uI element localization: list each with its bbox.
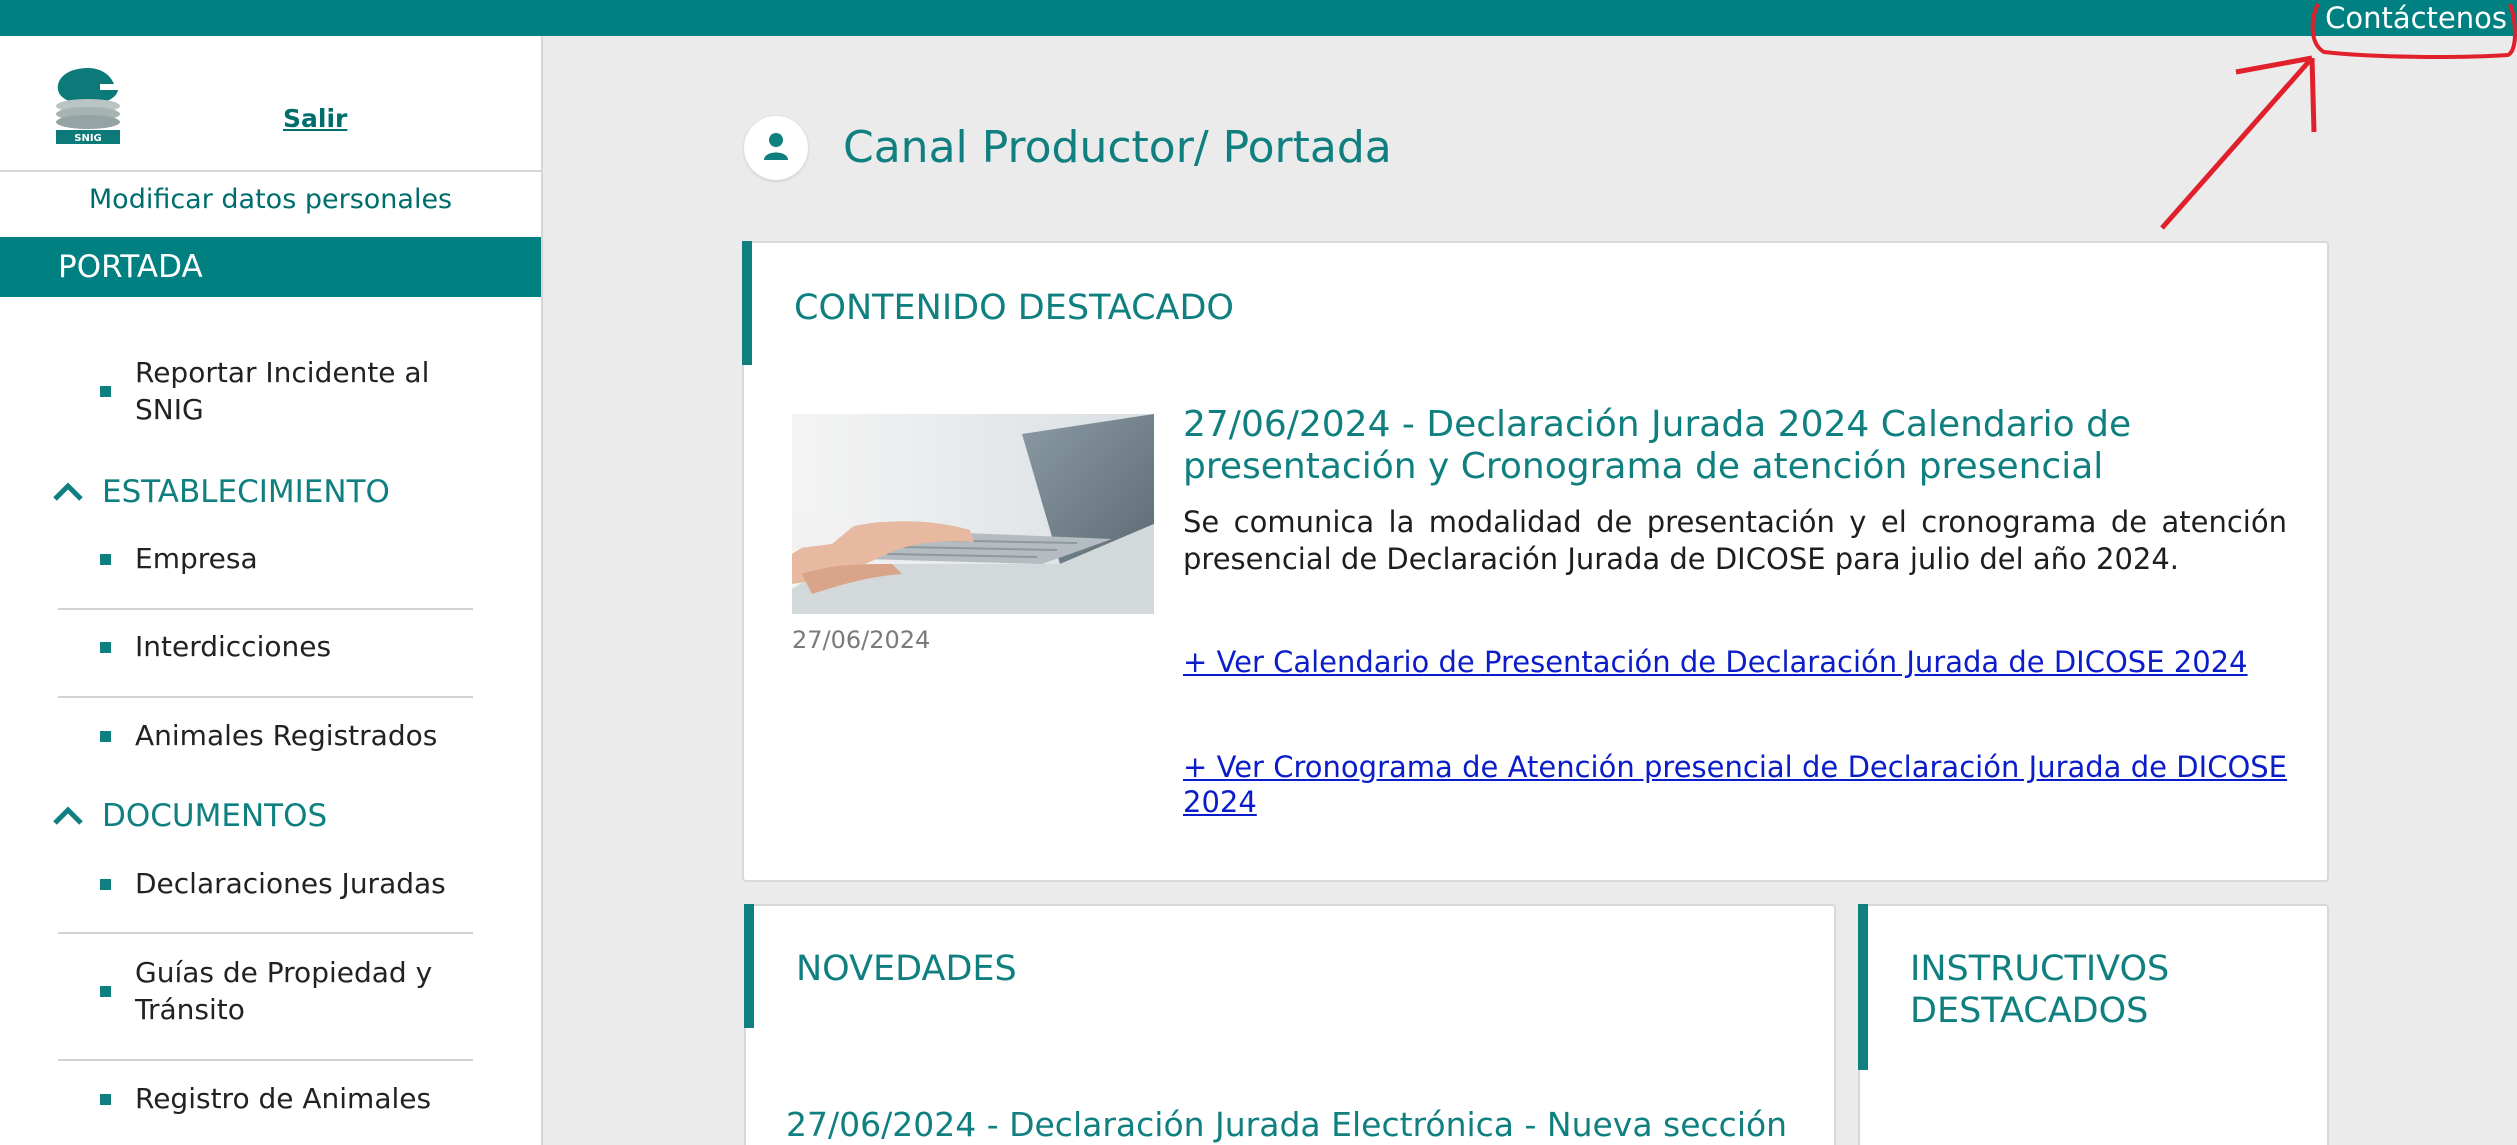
sidebar-item-label: Animales Registrados <box>135 719 438 752</box>
square-bullet-icon <box>100 553 111 565</box>
sidebar-item-label: Empresa <box>135 542 258 575</box>
annotation-arrow-head-right <box>2309 57 2317 133</box>
instructivos-heading: INSTRUCTIVOS DESTACADOS <box>1910 949 2170 1031</box>
user-icon <box>764 133 788 160</box>
sidebar-item-declaraciones-juradas[interactable]: Declaraciones Juradas <box>58 865 473 902</box>
chevron-up-icon <box>53 482 83 501</box>
sidebar: SNIG Salir Modificar datos personales PO… <box>0 36 543 1145</box>
featured-news-title[interactable]: 27/06/2024 - Declaración Jurada 2024 Cal… <box>1183 404 2287 488</box>
square-bullet-icon <box>100 386 111 397</box>
user-icon-badge <box>744 116 808 180</box>
featured-thumbnail[interactable] <box>792 414 1154 614</box>
square-bullet-icon <box>100 878 111 890</box>
logout-link[interactable]: Salir <box>283 104 347 133</box>
sidebar-item-interdicciones[interactable]: Interdicciones <box>58 628 473 665</box>
novedades-heading: NOVEDADES <box>796 949 1017 989</box>
nav-divider <box>58 696 473 698</box>
square-bullet-icon <box>100 986 111 997</box>
featured-heading: CONTENIDO DESTACADO <box>794 288 1234 328</box>
instructivos-card: INSTRUCTIVOS DESTACADOS <box>1858 904 2329 1145</box>
sidebar-item-animales-registrados[interactable]: Animales Registrados <box>58 717 473 754</box>
sidebar-item-registro-animales[interactable]: Registro de Animales <box>58 1080 473 1117</box>
card-accent <box>742 241 752 365</box>
card-accent <box>744 904 754 1028</box>
logo-text: SNIG <box>74 133 102 144</box>
calendar-link[interactable]: + Ver Calendario de Presentación de Decl… <box>1183 645 2287 680</box>
contact-link[interactable]: Contáctenos <box>2325 0 2507 36</box>
sidebar-item-label: Interdicciones <box>135 630 332 663</box>
featured-news-description: Se comunica la modalidad de presentación… <box>1183 505 2287 576</box>
chevron-up-icon <box>53 806 83 825</box>
sidebar-item-empresa[interactable]: Empresa <box>58 540 473 577</box>
top-bar: Contáctenos <box>0 0 2517 36</box>
sidebar-divider <box>0 170 541 172</box>
card-accent <box>1858 904 1868 1070</box>
snig-logo[interactable]: SNIG <box>48 62 128 146</box>
sidebar-item-guias-propiedad[interactable]: Guías de Propiedad y Tránsito <box>58 954 473 1028</box>
sidebar-item-label: Declaraciones Juradas <box>135 867 446 900</box>
page-title: Canal Productor/ Portada <box>843 122 1392 173</box>
section-title: ESTABLECIMIENTO <box>102 474 390 510</box>
nav-divider <box>58 932 473 934</box>
featured-date: 27/06/2024 <box>792 626 931 654</box>
square-bullet-icon <box>100 730 111 742</box>
square-bullet-icon <box>100 641 111 653</box>
sidebar-section-establecimiento[interactable]: ESTABLECIMIENTO <box>50 472 390 512</box>
sidebar-item-reportar-incidente[interactable]: Reportar Incidente al SNIG <box>58 354 473 428</box>
section-title: DOCUMENTOS <box>102 798 328 834</box>
sidebar-item-label: Guías de Propiedad y Tránsito <box>135 956 433 1026</box>
nav-divider <box>58 608 473 610</box>
sidebar-section-portada[interactable]: PORTADA <box>0 237 541 297</box>
annotation-arrow-head-left <box>2235 55 2313 75</box>
sidebar-item-label: Reportar Incidente al SNIG <box>135 356 430 426</box>
schedule-link[interactable]: + Ver Cronograma de Atención presencial … <box>1183 750 2287 820</box>
square-bullet-icon <box>100 1093 111 1105</box>
edit-profile-link[interactable]: Modificar datos personales <box>0 184 541 215</box>
sidebar-item-label: Registro de Animales <box>135 1082 432 1115</box>
sidebar-section-documentos[interactable]: DOCUMENTOS <box>50 796 327 836</box>
nav-divider <box>58 1059 473 1061</box>
novedades-item[interactable]: 27/06/2024 - Declaración Jurada Electrón… <box>786 1105 1846 1144</box>
annotation-arrow-shaft <box>2160 56 2314 230</box>
